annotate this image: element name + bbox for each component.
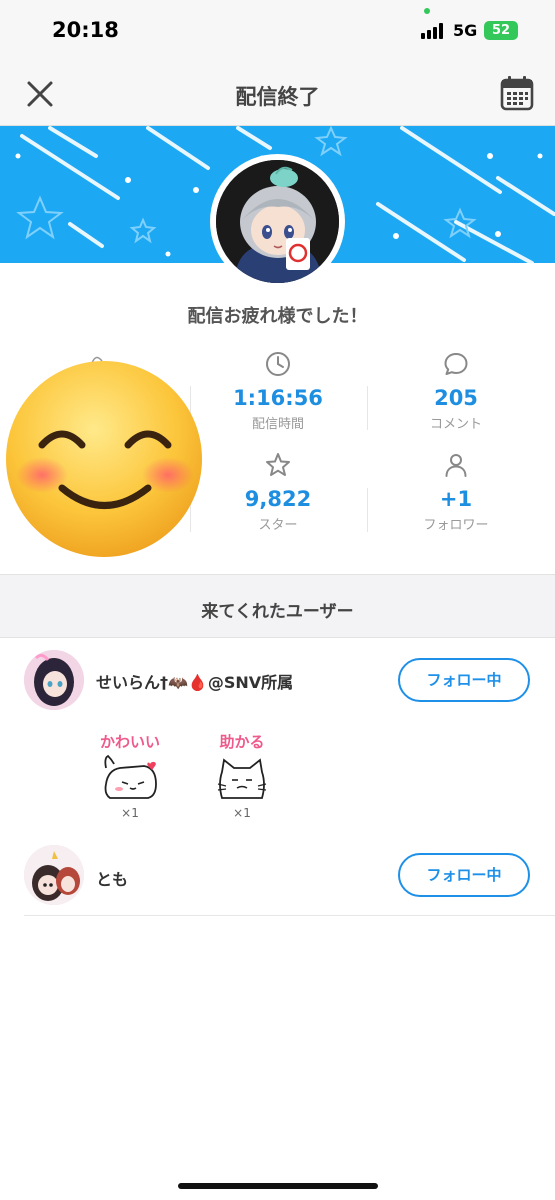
user-name: せいらん†🦇🩸@SNV所属 <box>96 673 294 692</box>
network-type: 5G <box>453 21 478 40</box>
stat-stream-time: 1:16:56 配信時間 <box>198 350 358 432</box>
section-title: 来てくれたユーザー <box>201 602 354 622</box>
anime-character-image <box>216 160 339 283</box>
sticker-count: ×1 <box>121 806 139 820</box>
stat-value: 9,822 <box>244 487 312 511</box>
divider <box>367 488 368 532</box>
section-header: 来てくれたユーザー <box>0 574 555 638</box>
sticker-tasukaru: 助かる ×1 <box>202 731 282 820</box>
signal-icon <box>421 23 447 39</box>
user-avatar[interactable] <box>24 650 84 710</box>
divider <box>24 915 555 916</box>
home-indicator[interactable] <box>178 1183 378 1189</box>
stat-label: フォロワー <box>423 518 489 533</box>
stat-stars: 9,822 スター <box>198 451 358 533</box>
comment-icon <box>444 353 468 375</box>
clock-icon <box>266 352 290 376</box>
smiling-face-emoji <box>6 356 202 557</box>
navigation-bar: 配信終了 <box>0 62 555 126</box>
star-icon <box>266 453 290 476</box>
streamer-avatar <box>210 154 345 289</box>
status-time: 20:18 <box>52 18 119 42</box>
cat-sticker-icon <box>217 758 267 799</box>
person-icon <box>445 454 467 477</box>
stat-label: スター <box>258 518 298 533</box>
status-bar: 20:18 5G 52 <box>0 0 555 62</box>
stat-followers: +1 フォロワー <box>376 451 536 533</box>
stat-value: 205 <box>434 386 478 410</box>
calendar-icon[interactable] <box>499 74 535 112</box>
stream-end-message: 配信お疲れ様でした！ <box>187 306 368 327</box>
sticker-text: かわいい <box>99 733 160 751</box>
page-title: 配信終了 <box>235 85 320 109</box>
divider <box>367 386 368 430</box>
stat-label: コメント <box>429 417 482 432</box>
stat-label: 配信時間 <box>251 417 304 432</box>
user-name: とも <box>96 870 129 889</box>
stat-value: +1 <box>439 487 473 511</box>
sticker-kawaii: かわいい ×1 <box>90 731 170 820</box>
follow-button[interactable]: フォロー中 <box>398 853 530 897</box>
privacy-indicator <box>424 8 430 14</box>
user-avatar[interactable] <box>24 845 84 905</box>
stat-comments: 205 コメント <box>376 350 536 432</box>
cat-sticker-icon <box>104 754 157 799</box>
sticker-count: ×1 <box>233 806 251 820</box>
battery-icon: 52 <box>484 21 518 40</box>
stat-value: 1:16:56 <box>233 386 323 410</box>
follow-button[interactable]: フォロー中 <box>398 658 530 702</box>
sticker-text: 助かる <box>219 733 265 751</box>
